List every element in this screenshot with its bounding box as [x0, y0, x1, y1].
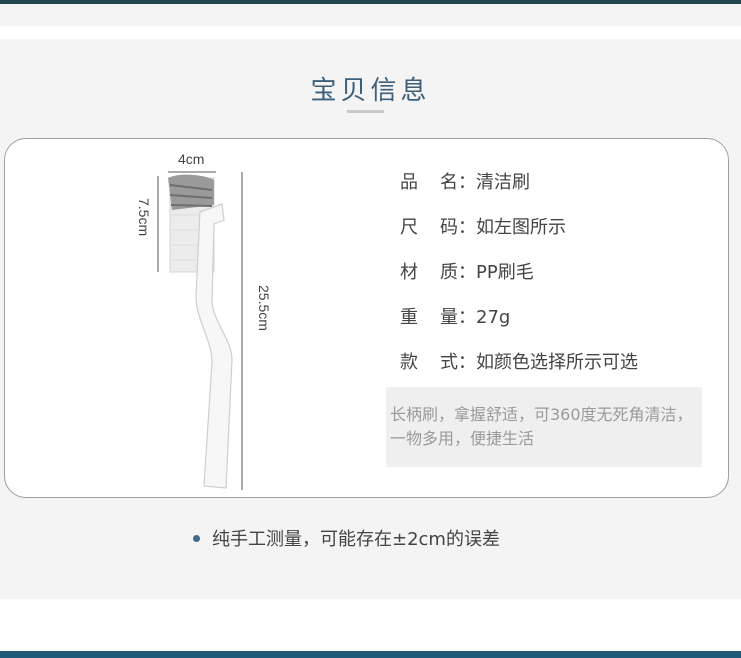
bullet-icon	[193, 534, 200, 542]
head-height-label: 7.5cm	[136, 198, 152, 237]
spec-value: PP刷毛	[476, 262, 534, 283]
product-description: 长柄刷，拿握舒适，可360度无死角清洁，一物多用，便捷生活	[386, 387, 702, 467]
spec-label: 码	[440, 217, 458, 238]
spec-list: 品名：清洁刷 尺码：如左图所示 材质： PP刷毛 重量： 27g 款式：如颜色选择所…	[400, 170, 638, 395]
spec-label: 重	[400, 307, 418, 328]
spec-label: 量	[440, 307, 458, 328]
spec-label: 材	[400, 262, 418, 283]
spec-label: 名	[440, 172, 458, 193]
measurement-note: 纯手工测量，可能存在±2cm的误差	[193, 525, 500, 551]
width-label: 4cm	[178, 151, 205, 167]
length-label: 25.5cm	[256, 285, 272, 331]
spec-separator: ：	[458, 217, 476, 238]
bottom-bar	[0, 651, 741, 658]
spec-row-weight: 重 量： 27g	[400, 305, 638, 350]
spec-separator: ：	[458, 262, 476, 283]
spec-label: 款	[400, 352, 418, 373]
spec-separator: ：	[458, 307, 476, 328]
spec-row-size: 尺 码：如左图所示	[400, 215, 638, 260]
spec-row-name: 品 名：清洁刷	[400, 170, 638, 215]
spec-value: 清洁刷	[476, 172, 530, 193]
spec-separator: ：	[458, 172, 476, 193]
spec-label: 品	[400, 172, 418, 193]
spec-label: 尺	[400, 217, 418, 238]
spec-row-material: 材 质： PP刷毛	[400, 260, 638, 305]
spec-label: 式	[440, 352, 458, 373]
spec-separator: ：	[458, 352, 476, 373]
spec-value: 如颜色选择所示可选	[476, 352, 638, 373]
spec-value: 27g	[476, 307, 511, 328]
brush-handle-icon	[195, 203, 233, 489]
spec-value: 如左图所示	[476, 217, 566, 238]
measurement-note-text: 纯手工测量，可能存在±2cm的误差	[212, 529, 500, 550]
spec-label: 质	[440, 262, 458, 283]
